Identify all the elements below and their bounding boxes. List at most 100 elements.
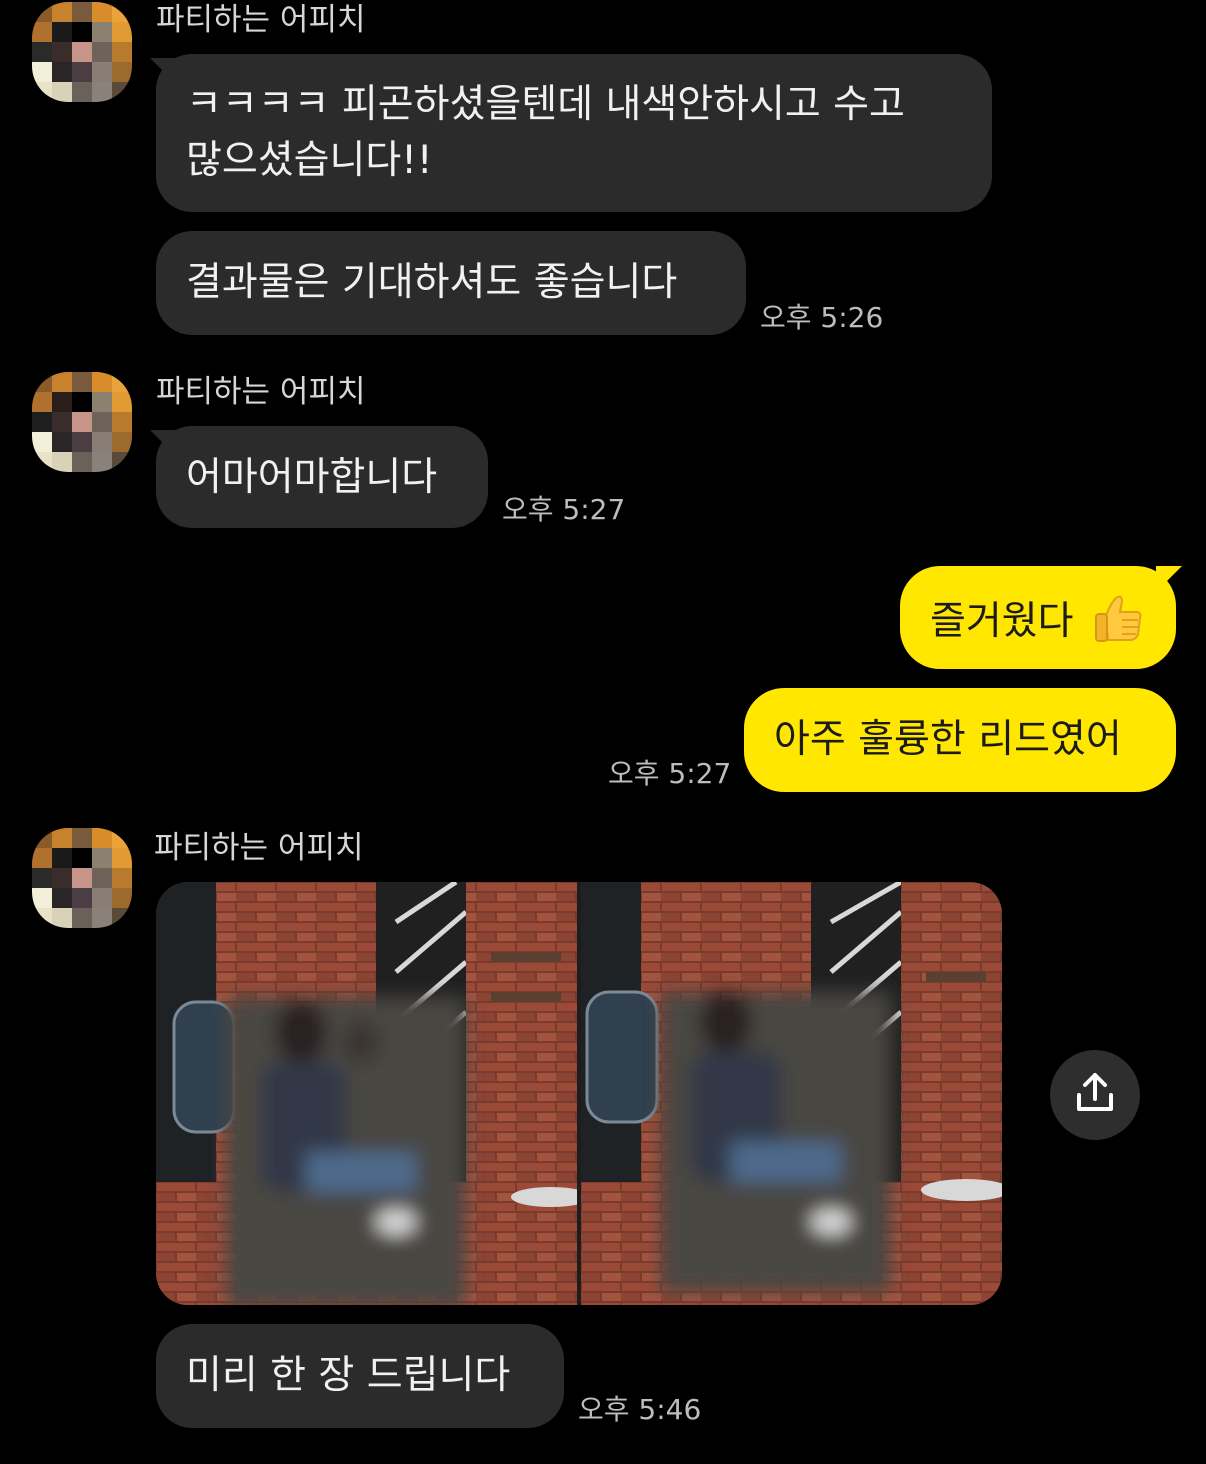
avatar-pixel (32, 2, 52, 22)
message-text: 즐거웠다 (930, 599, 1074, 644)
thumbs-up-icon (1092, 590, 1146, 644)
share-button[interactable] (1050, 1050, 1140, 1140)
sender-avatar[interactable] (32, 372, 132, 472)
avatar-pixel (92, 372, 112, 392)
avatar-pixel (52, 848, 72, 868)
message-text: 아주 훌륭한 리드였어 (774, 717, 1122, 762)
avatar-pixel (112, 82, 132, 102)
avatar-pixel (32, 372, 52, 392)
avatar-pixel (112, 62, 132, 82)
avatar-pixel (112, 2, 132, 22)
message-timestamp: 오후 5:27 (502, 493, 626, 526)
avatar-pixel (52, 452, 72, 472)
message-bubble[interactable]: 어마어마합니다 (156, 426, 488, 528)
avatar-pixel (52, 868, 72, 888)
avatar-pixel (72, 82, 92, 102)
message-bubble[interactable]: 미리 한 장 드립니다 (156, 1324, 564, 1428)
avatar-pixel (112, 908, 132, 928)
avatar-pixel (92, 22, 112, 42)
avatar-pixel (112, 22, 132, 42)
message-bubble[interactable]: 결과물은 기대하셔도 좋습니다 (156, 231, 746, 335)
message-timestamp: 오후 5:26 (760, 301, 884, 334)
avatar-pixel (92, 432, 112, 452)
avatar-pixel (92, 888, 112, 908)
avatar-pixel (92, 848, 112, 868)
sender-avatar[interactable] (32, 2, 132, 102)
avatar-pixel (32, 82, 52, 102)
avatar-pixel (72, 22, 92, 42)
avatar-pixel (112, 42, 132, 62)
avatar-pixel (72, 42, 92, 62)
avatar-pixel (112, 412, 132, 432)
avatar-pixel (72, 62, 92, 82)
avatar-pixel (32, 452, 52, 472)
chat-screen: 파티하는 어피치 ㅋㅋㅋㅋ 피곤하셨을텐데 내색안하시고 수고 많으셨습니다!!… (0, 0, 1206, 1464)
avatar-pixel (52, 82, 72, 102)
sender-name: 파티하는 어피치 (154, 830, 364, 866)
avatar-pixel (52, 908, 72, 928)
avatar-pixel (32, 848, 52, 868)
avatar-pixel (112, 888, 132, 908)
sender-name: 파티하는 어피치 (156, 374, 366, 410)
avatar-pixel (52, 432, 72, 452)
avatar-pixel (52, 888, 72, 908)
avatar-pixel (72, 412, 92, 432)
message-text: 어마어마합니다 (186, 455, 438, 500)
message-bubble[interactable]: ㅋㅋㅋㅋ 피곤하셨을텐데 내색안하시고 수고 많으셨습니다!! (156, 54, 992, 212)
avatar-pixel (92, 452, 112, 472)
photo-thumbnail[interactable] (581, 882, 1002, 1305)
avatar-pixel (32, 888, 52, 908)
avatar-pixel (72, 828, 92, 848)
photo-attachment[interactable] (156, 882, 1002, 1305)
avatar-pixel (92, 62, 112, 82)
avatar-pixel (92, 868, 112, 888)
avatar-pixel (72, 372, 92, 392)
avatar-pixel (112, 452, 132, 472)
avatar-pixel (52, 2, 72, 22)
avatar-pixel (72, 888, 92, 908)
sender-name: 파티하는 어피치 (156, 2, 366, 38)
avatar-pixel (32, 828, 52, 848)
avatar-pixel (72, 868, 92, 888)
photo-thumbnail[interactable] (156, 882, 577, 1305)
avatar-pixel (112, 372, 132, 392)
avatar-pixel (112, 848, 132, 868)
avatar-pixel (72, 452, 92, 472)
message-bubble-outgoing[interactable]: 아주 훌륭한 리드였어 (744, 688, 1176, 792)
avatar-pixel (32, 22, 52, 42)
avatar-pixel (112, 868, 132, 888)
avatar-pixel (32, 432, 52, 452)
avatar-pixel (32, 412, 52, 432)
avatar-pixel (32, 42, 52, 62)
message-text: 미리 한 장 드립니다 (186, 1353, 511, 1398)
avatar-pixel (52, 372, 72, 392)
message-text: 많으셨습니다!! (186, 138, 433, 183)
message-text: ㅋㅋㅋㅋ 피곤하셨을텐데 내색안하시고 수고 (186, 82, 905, 127)
avatar-pixel (72, 432, 92, 452)
sender-avatar[interactable] (32, 828, 132, 928)
avatar-pixel (92, 2, 112, 22)
avatar-pixel (32, 392, 52, 412)
avatar-pixel (52, 22, 72, 42)
message-timestamp: 오후 5:46 (578, 1393, 702, 1426)
avatar-pixel (92, 82, 112, 102)
message-timestamp: 오후 5:27 (608, 757, 732, 790)
avatar-pixel (32, 62, 52, 82)
avatar-pixel (32, 908, 52, 928)
avatar-pixel (72, 392, 92, 412)
avatar-pixel (92, 828, 112, 848)
message-text: 결과물은 기대하셔도 좋습니다 (186, 260, 678, 305)
avatar-pixel (52, 392, 72, 412)
avatar-pixel (92, 392, 112, 412)
avatar-pixel (92, 42, 112, 62)
avatar-pixel (112, 828, 132, 848)
avatar-pixel (112, 392, 132, 412)
avatar-pixel (72, 2, 92, 22)
avatar-pixel (32, 868, 52, 888)
avatar-pixel (92, 908, 112, 928)
avatar-pixel (72, 908, 92, 928)
message-bubble-outgoing[interactable]: 즐거웠다 (900, 566, 1176, 669)
avatar-pixel (52, 828, 72, 848)
avatar-pixel (52, 42, 72, 62)
avatar-pixel (92, 412, 112, 432)
